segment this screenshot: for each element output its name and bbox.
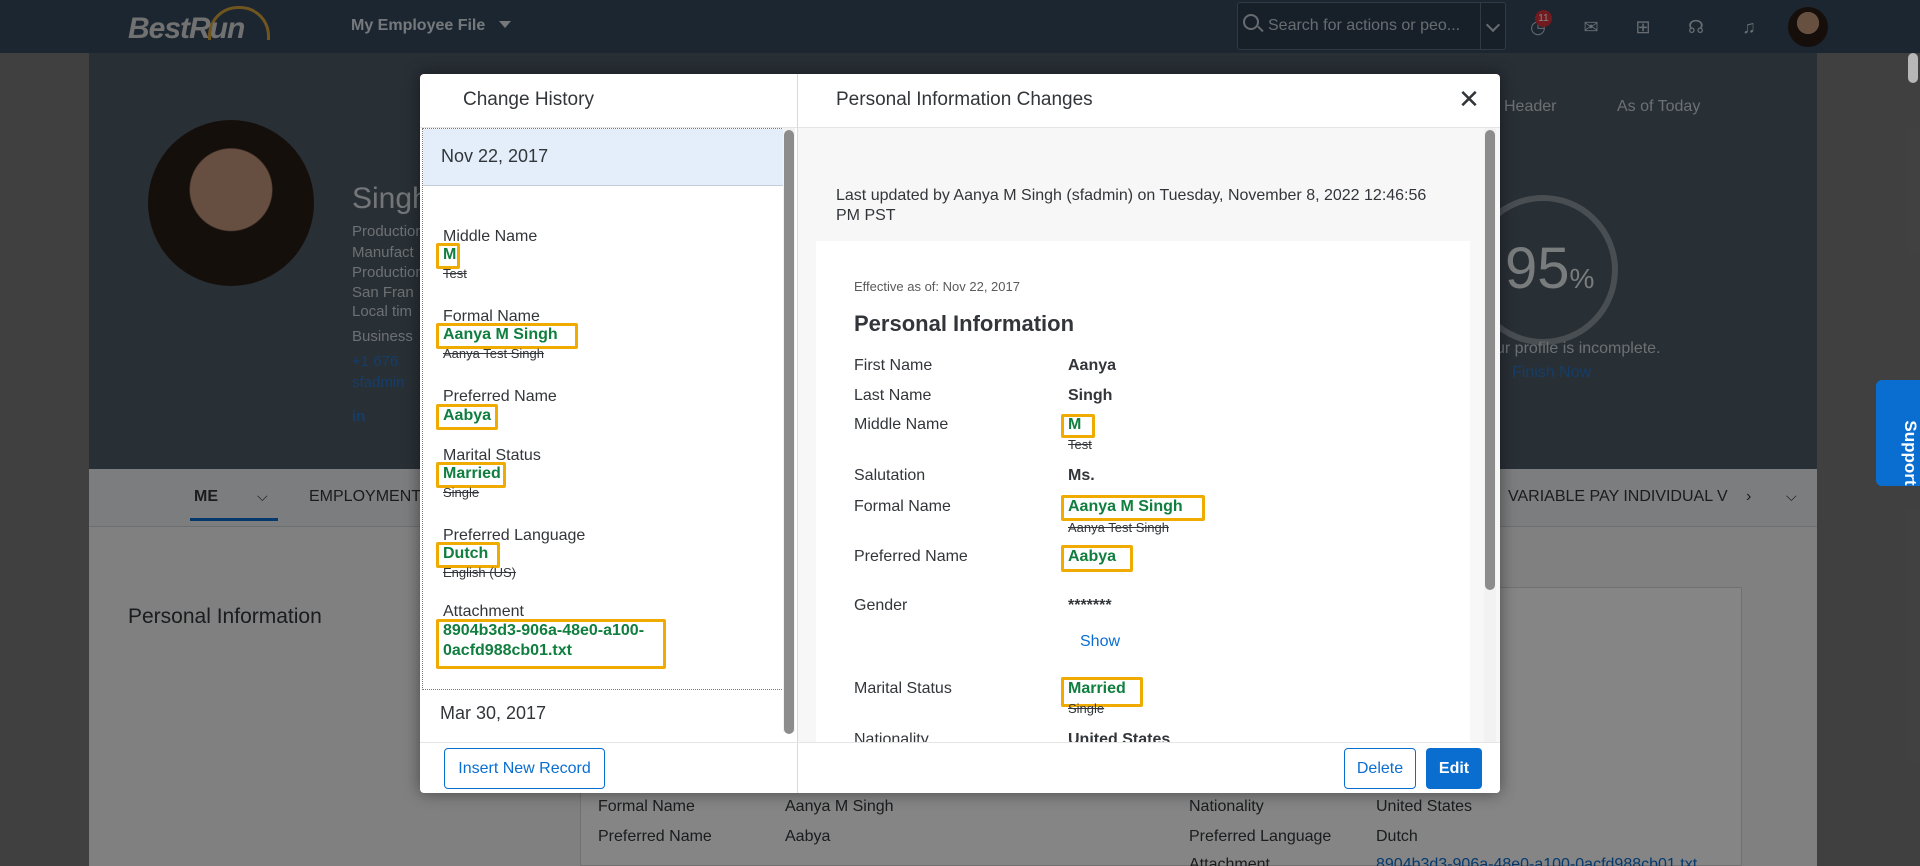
field-label: Formal Name [854, 498, 951, 515]
field-label: Nationality [854, 731, 929, 742]
field-label: Salutation [854, 467, 926, 484]
history-date-header[interactable]: Nov 22, 2017 [423, 129, 783, 186]
history-old-value: English (US) [443, 565, 516, 580]
history-new-value: 8904b3d3-906a-48e0-a100- [443, 622, 645, 639]
field-label: Last Name [854, 387, 932, 404]
dialog-title: Personal Information Changes [836, 89, 1093, 110]
detail-section-title: Personal Information [854, 311, 1075, 336]
close-icon[interactable]: ✕ [1454, 84, 1484, 114]
history-new-value: Dutch [443, 545, 489, 562]
field-old-value: Test [1068, 437, 1092, 452]
history-new-value: M [443, 246, 457, 263]
change-history-dialog: Change History Nov 22, 2017 Middle Name … [420, 74, 1500, 793]
history-new-value: Aanya M Singh [443, 326, 558, 343]
changes-detail-pane: Last updated by Aanya M Singh (sfadmin) … [798, 128, 1500, 742]
field-value: United States [1068, 731, 1171, 742]
field-old-value: Aanya Test Singh [1068, 520, 1169, 535]
field-value: ******* [1068, 597, 1112, 614]
edit-button[interactable]: Edit [1426, 748, 1482, 789]
field-new-value: Married [1068, 680, 1126, 697]
page-scrollbar[interactable] [1908, 53, 1918, 83]
change-history-pane: Change History Nov 22, 2017 Middle Name … [420, 74, 798, 793]
history-old-value: Single [443, 485, 480, 500]
left-pane-header: Change History [420, 74, 797, 128]
field-old-value: Single [1068, 701, 1105, 716]
field-label: First Name [854, 357, 933, 374]
history-list: Nov 22, 2017 Middle Name M Test Formal N… [422, 128, 784, 741]
right-scrollbar-thumb[interactable] [1485, 130, 1495, 590]
field-label: Gender [854, 597, 908, 614]
history-new-value: Aabya [443, 407, 492, 424]
field-label: Middle Name [854, 416, 949, 433]
field-label: Marital Status [854, 680, 952, 697]
history-old-value: Aanya Test Singh [443, 346, 544, 361]
field-value: Aanya [1068, 357, 1117, 374]
field-new-value: Aabya [1068, 548, 1117, 565]
history-new-value: 0acfd988cb01.txt [443, 642, 572, 659]
personal-info-detail-card: Effective as of: Nov 22, 2017 Personal I… [816, 241, 1470, 742]
field-value: Singh [1068, 387, 1113, 404]
history-item-date[interactable]: Mar 30, 2017 [440, 703, 546, 724]
support-label: Support [1901, 420, 1920, 486]
field-label: Preferred Name [854, 548, 968, 565]
history-date: Nov 22, 2017 [441, 146, 549, 166]
history-old-value: Test [443, 266, 467, 281]
show-gender-link[interactable]: Show [1080, 633, 1120, 651]
effective-date: Effective as of: Nov 22, 2017 [854, 279, 1020, 294]
field-new-value: Aanya M Singh [1068, 498, 1183, 515]
history-item-selected[interactable]: Nov 22, 2017 Middle Name M Test Formal N… [422, 128, 784, 690]
left-scrollbar-thumb[interactable] [784, 130, 794, 734]
last-updated-text: Last updated by Aanya M Singh (sfadmin) … [836, 187, 1427, 224]
history-new-value: Married [443, 465, 501, 482]
insert-new-record-button[interactable]: Insert New Record [444, 748, 605, 789]
field-new-value: M [1068, 416, 1082, 433]
delete-button[interactable]: Delete [1344, 748, 1416, 789]
change-history-title: Change History [463, 89, 594, 110]
field-value: Ms. [1068, 467, 1095, 484]
